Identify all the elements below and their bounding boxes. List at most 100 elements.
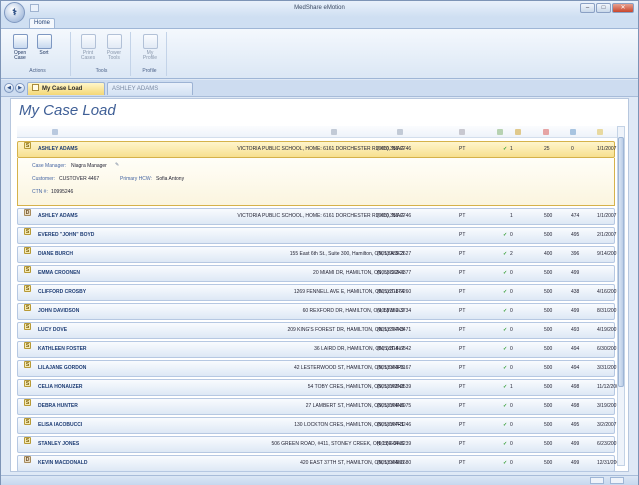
- cell-n2: 400: [544, 251, 553, 257]
- cell-date: 2/1/2007: [597, 232, 617, 238]
- back-button[interactable]: ◀: [4, 83, 14, 93]
- case-status-icon: S: [24, 418, 31, 425]
- cell-n2: 500: [544, 289, 553, 295]
- cell-name: LILAJANE GORDON: [38, 365, 87, 371]
- cell-n2: 500: [544, 441, 553, 447]
- window-title: MedShare eMotion: [294, 5, 345, 11]
- case-status-icon: S: [24, 142, 31, 149]
- table-row[interactable]: S STANLEY JONES 506 GREEN ROAD, #411, STON…: [17, 436, 619, 453]
- table-row-selected[interactable]: S ASHLEY ADAMS VICTORIA PUBLIC SCHOOL, H…: [17, 141, 616, 158]
- phone-column-icon[interactable]: [397, 129, 403, 135]
- maximize-button[interactable]: □: [596, 3, 611, 13]
- cell-n1: 1: [510, 384, 513, 390]
- cell-n2: 500: [544, 365, 553, 371]
- edit-icon[interactable]: ✎: [115, 162, 119, 168]
- ribbon-group-actions: Open Case Sort Actions: [5, 32, 71, 76]
- table-row[interactable]: S LUCY DOVE 209 KING'S FOREST DR, HAMILTON…: [17, 322, 619, 339]
- case-status-icon: S: [24, 304, 31, 311]
- table-row[interactable]: S KATHLEEN FOSTER 36 LAIRD DR, HAMILTON, O…: [17, 341, 619, 358]
- cell-date: 3/2/2007: [597, 422, 617, 428]
- group-label-tools: Tools: [95, 68, 108, 74]
- person-column-icon[interactable]: [52, 129, 58, 135]
- cell-phone: (905) 389-2627: [377, 251, 412, 257]
- check-icon: ✓: [503, 460, 508, 466]
- table-row[interactable]: S EVERED "JOHN" BOYD PT ✓ 0 500 495 2/1/2007: [17, 227, 617, 244]
- cell-n3: 498: [571, 384, 580, 390]
- check-icon: ✓: [503, 346, 508, 352]
- address-column-icon[interactable]: [331, 129, 337, 135]
- cell-date: 9/14/2007: [597, 251, 620, 257]
- document-tab-bar: ◀ ▶ My Case Load ASHLEY ADAMS: [1, 80, 638, 97]
- cell-date: 6/23/2007: [597, 441, 620, 447]
- close-button[interactable]: ✕: [612, 3, 634, 13]
- profile-icon: [142, 34, 158, 49]
- cell-n2: 500: [544, 213, 553, 219]
- my-profile-button[interactable]: My Profile: [139, 34, 161, 61]
- cell-n3: 495: [571, 422, 580, 428]
- cell-phone: (905) 385-1680: [377, 460, 412, 466]
- table-row[interactable]: S LILAJANE GORDON 42 LESTERWOOD ST, HAMILT…: [17, 360, 619, 377]
- cell-n3: 438: [571, 289, 580, 295]
- sort-button[interactable]: Sort: [33, 34, 55, 56]
- case-status-icon: S: [24, 323, 31, 330]
- remaining-column-icon[interactable]: [570, 129, 576, 135]
- vertical-scrollbar[interactable]: [617, 126, 625, 466]
- cell-type: PT: [459, 232, 466, 238]
- table-row[interactable]: D KEVIN MACDONALD 420 EAST 37TH ST, HAMILT…: [17, 455, 622, 472]
- cell-type: PT: [459, 327, 466, 333]
- cell-phone: (905) 356-2746: [377, 213, 412, 219]
- table-row[interactable]: S JOHN DAVIDSON 60 REXFORD DR, HAMILTON, O…: [17, 303, 619, 320]
- cell-n3: 499: [571, 270, 580, 276]
- printer-icon: [80, 34, 96, 49]
- scrollbar-thumb[interactable]: [618, 137, 624, 387]
- cell-n3: 498: [571, 403, 580, 409]
- table-row[interactable]: D ASHLEY ADAMS VICTORIA PUBLIC SCHOOL, HOM…: [17, 208, 616, 225]
- cell-type: PT: [459, 365, 466, 371]
- visits-column-icon[interactable]: [515, 129, 521, 135]
- tab-ashley-adams[interactable]: ASHLEY ADAMS: [107, 82, 193, 95]
- table-row[interactable]: S EMMA CROONEN 20 MIAMI DR, HAMILTON, ON, …: [17, 265, 615, 282]
- status-column-icon[interactable]: [497, 129, 503, 135]
- ribbon-group-profile: My Profile Profile: [133, 32, 167, 76]
- minimize-button[interactable]: –: [580, 3, 595, 13]
- table-row[interactable]: S DIANE BURCH 155 East 6th St., Suite 300,…: [17, 246, 619, 263]
- cell-n2: 500: [544, 403, 553, 409]
- tab-home[interactable]: Home: [29, 18, 55, 28]
- view-normal-button[interactable]: [590, 477, 604, 484]
- check-icon: ✓: [503, 308, 508, 314]
- forward-button[interactable]: ▶: [15, 83, 25, 93]
- date-column-icon[interactable]: [597, 129, 603, 135]
- table-row[interactable]: S DEBRA HUNTER 27 LAMBERT ST, HAMILTON, ON…: [17, 398, 619, 415]
- table-row[interactable]: S ELISA IACOBUCCI 130 LOCKTON CRES, HAMILT…: [17, 417, 617, 434]
- cell-date: 4/19/2007: [597, 327, 620, 333]
- table-row[interactable]: S CELIA HONAUZER 54 TOBY CRES, HAMILTON, O…: [17, 379, 622, 396]
- cell-n1: 0: [510, 422, 513, 428]
- cell-n3: 495: [571, 232, 580, 238]
- cell-name: EVERED "JOHN" BOYD: [38, 232, 95, 238]
- case-status-icon: S: [24, 342, 31, 349]
- caseload-icon: [32, 84, 39, 91]
- power-tools-button[interactable]: Power Tools: [103, 34, 125, 61]
- table-row[interactable]: S CLIFFORD CROSBY 1269 FENNELL AVE E, HAMI…: [17, 284, 619, 301]
- open-case-button[interactable]: Open Case: [9, 34, 31, 61]
- status-bar: [1, 475, 638, 485]
- group-label-actions: Actions: [29, 68, 46, 74]
- view-compact-button[interactable]: [610, 477, 624, 484]
- case-detail-panel: Case Manager: Niagra Manager ✎ Customer:…: [17, 158, 615, 206]
- cell-name: CELIA HONAUZER: [38, 384, 83, 390]
- cell-n2: 500: [544, 384, 553, 390]
- cell-type: PT: [459, 308, 466, 314]
- cell-phone: (905) 387-3246: [377, 422, 412, 428]
- check-icon: ✓: [503, 270, 508, 276]
- authorized-column-icon[interactable]: [543, 129, 549, 135]
- cell-type: PT: [459, 213, 466, 219]
- cell-name: ASHLEY ADAMS: [38, 213, 78, 219]
- cell-type: PT: [459, 346, 466, 352]
- case-status-icon: S: [24, 399, 31, 406]
- check-icon: ✓: [503, 403, 508, 409]
- application-menu-button[interactable]: ⚕: [4, 2, 25, 23]
- tab-my-case-load[interactable]: My Case Load: [27, 82, 105, 95]
- print-cases-button[interactable]: Print Cases: [77, 34, 99, 61]
- type-column-icon[interactable]: [459, 129, 465, 135]
- case-status-icon: D: [24, 456, 31, 463]
